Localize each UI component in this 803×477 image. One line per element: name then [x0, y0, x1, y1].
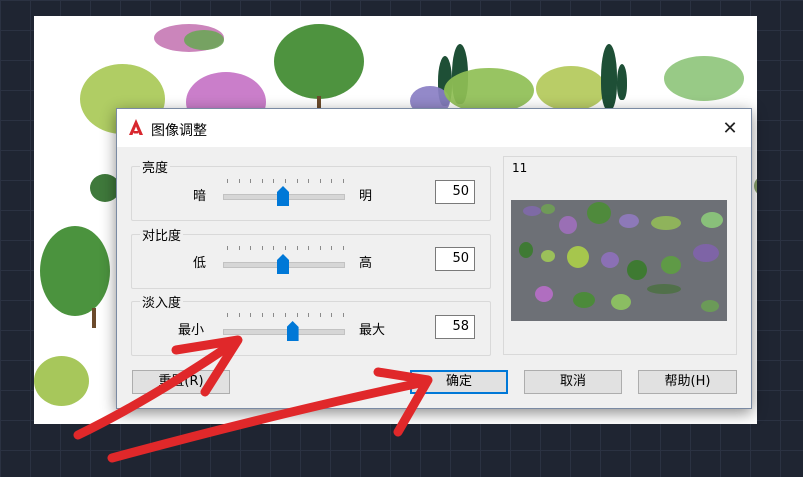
slider-tick: [238, 313, 240, 317]
slider-tick: [331, 313, 333, 317]
slider-tick: [250, 246, 252, 250]
fade-max-label: 最大: [359, 323, 386, 338]
slider-tick: [331, 179, 333, 183]
slider-tick: [331, 246, 333, 250]
dialog-title-bar[interactable]: 图像调整 ✕: [117, 109, 751, 147]
slider-tick: [308, 179, 310, 183]
contrast-group-label: 对比度: [140, 225, 184, 244]
slider-tick: [343, 246, 344, 250]
slider-tick: [227, 246, 228, 250]
slider-tick: [250, 313, 252, 317]
brightness-ticks: [227, 179, 344, 184]
slider-tick: [261, 179, 263, 183]
contrast-max-label: 高: [359, 256, 373, 271]
slider-tick: [261, 246, 263, 250]
slider-tick: [296, 179, 298, 183]
brightness-min-label: 暗: [193, 189, 207, 204]
fade-slider-track[interactable]: [223, 329, 345, 335]
slider-tick: [319, 179, 321, 183]
close-icon[interactable]: ✕: [717, 115, 743, 141]
slider-tick: [273, 313, 275, 317]
fade-min-label: 最小: [178, 323, 205, 338]
fade-ticks: [227, 313, 344, 318]
brightness-value-field[interactable]: 50: [435, 180, 475, 204]
brightness-group-label: 亮度: [140, 157, 171, 176]
slider-tick: [238, 179, 240, 183]
fade-group-label: 淡入度: [140, 292, 184, 311]
ok-button[interactable]: 确定: [410, 370, 508, 394]
slider-tick: [296, 246, 298, 250]
contrast-value-field[interactable]: 50: [435, 247, 475, 271]
contrast-min-label: 低: [193, 256, 207, 271]
slider-tick: [319, 246, 321, 250]
slider-tick: [308, 313, 310, 317]
fade-value-field[interactable]: 58: [435, 315, 475, 339]
slider-tick: [261, 313, 263, 317]
slider-tick: [296, 313, 298, 317]
contrast-ticks: [227, 246, 344, 251]
preview-label: 11: [512, 161, 528, 175]
slider-tick: [273, 179, 275, 183]
slider-tick: [319, 313, 321, 317]
slider-tick: [285, 313, 286, 317]
slider-tick: [273, 246, 275, 250]
autocad-logo-icon: [129, 119, 143, 135]
slider-tick: [343, 313, 344, 317]
preview-group: 11: [503, 156, 737, 355]
slider-tick: [227, 179, 228, 183]
slider-tick: [238, 246, 240, 250]
reset-button[interactable]: 重置(R): [132, 370, 230, 394]
slider-tick: [250, 179, 252, 183]
slider-tick: [227, 313, 228, 317]
slider-tick: [285, 179, 286, 183]
slider-tick: [343, 179, 344, 183]
dialog-title: 图像调整: [151, 123, 207, 139]
cancel-button[interactable]: 取消: [524, 370, 622, 394]
preview-image: [511, 200, 727, 321]
help-button[interactable]: 帮助(H): [638, 370, 737, 394]
image-adjust-dialog: 图像调整 ✕ 亮度 暗 明 50 对比度 低 高 50 淡入度 最小 最大 58…: [116, 108, 752, 409]
brightness-max-label: 明: [359, 189, 373, 204]
slider-tick: [285, 246, 286, 250]
slider-tick: [308, 246, 310, 250]
